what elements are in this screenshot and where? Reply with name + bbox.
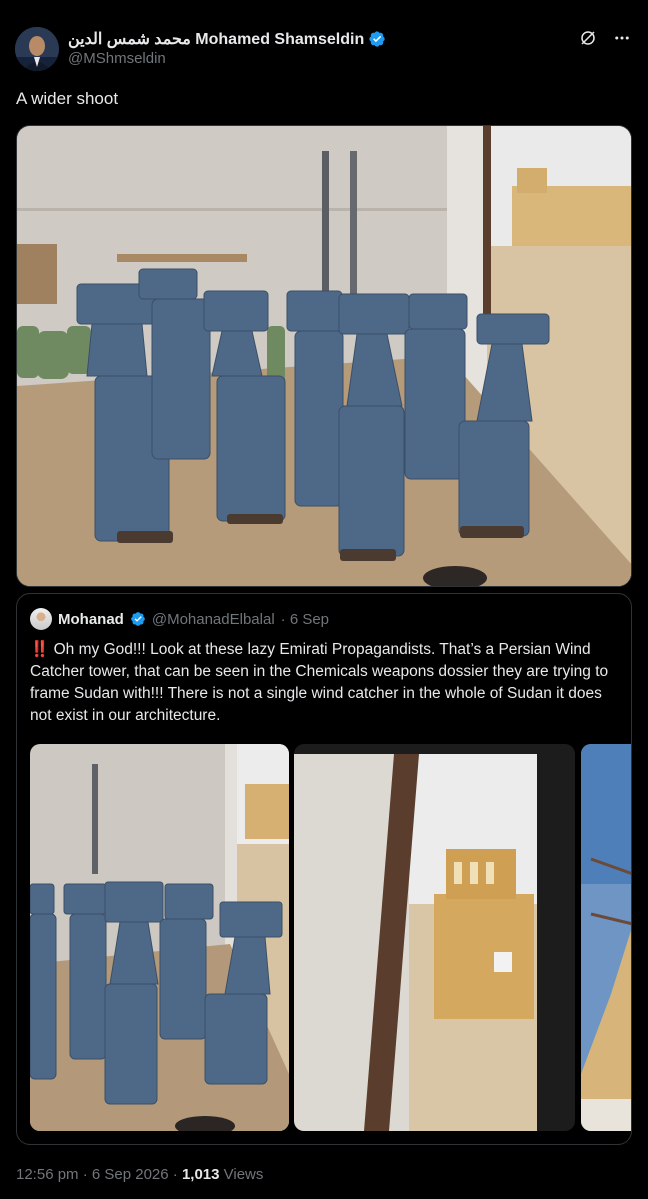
verified-badge-icon	[130, 611, 146, 627]
tweet-timestamp[interactable]: 12:56 pm · 6 Sep 2026 ·	[16, 1166, 182, 1183]
quote-date[interactable]: · 6 Sep	[281, 611, 329, 628]
quote-header: Mohanad @MohanadElbalal · 6 Sep	[30, 607, 329, 631]
quote-text: ‼️ Oh my God!!! Look at these lazy Emira…	[30, 639, 620, 727]
quote-author-name[interactable]: Mohanad	[58, 611, 124, 628]
tweet-photo[interactable]	[16, 125, 632, 587]
views-count: 1,013	[181, 1166, 220, 1183]
tweet-text: A wider shoot	[16, 89, 119, 108]
quote-photo-3[interactable]	[581, 744, 631, 1131]
double-exclamation-icon: ‼️	[30, 641, 50, 658]
verified-badge-icon	[368, 30, 386, 48]
author-name-row[interactable]: محمد شمس الدين Mohamed Shamseldin	[68, 29, 386, 49]
views-label: Views	[219, 1166, 264, 1183]
grok-icon[interactable]	[578, 28, 598, 48]
author-handle[interactable]: @MShmseldin	[68, 50, 166, 67]
quote-author-handle[interactable]: @MohanadElbalal	[152, 611, 275, 628]
quote-avatar[interactable]	[30, 608, 52, 630]
author-avatar[interactable]	[15, 27, 59, 71]
quote-photo-2[interactable]	[294, 744, 575, 1131]
tweet-meta: 12:56 pm · 6 Sep 2026 · 1,013 Views	[16, 1166, 263, 1183]
header-actions	[578, 28, 632, 48]
quote-body: Oh my God!!! Look at these lazy Emirati …	[30, 641, 609, 724]
author-name[interactable]: محمد شمس الدين Mohamed Shamseldin	[68, 29, 364, 49]
more-icon[interactable]	[612, 28, 632, 48]
quote-photo-1[interactable]	[30, 744, 289, 1131]
quoted-tweet[interactable]: Mohanad @MohanadElbalal · 6 Sep ‼️ Oh my…	[16, 593, 632, 1145]
